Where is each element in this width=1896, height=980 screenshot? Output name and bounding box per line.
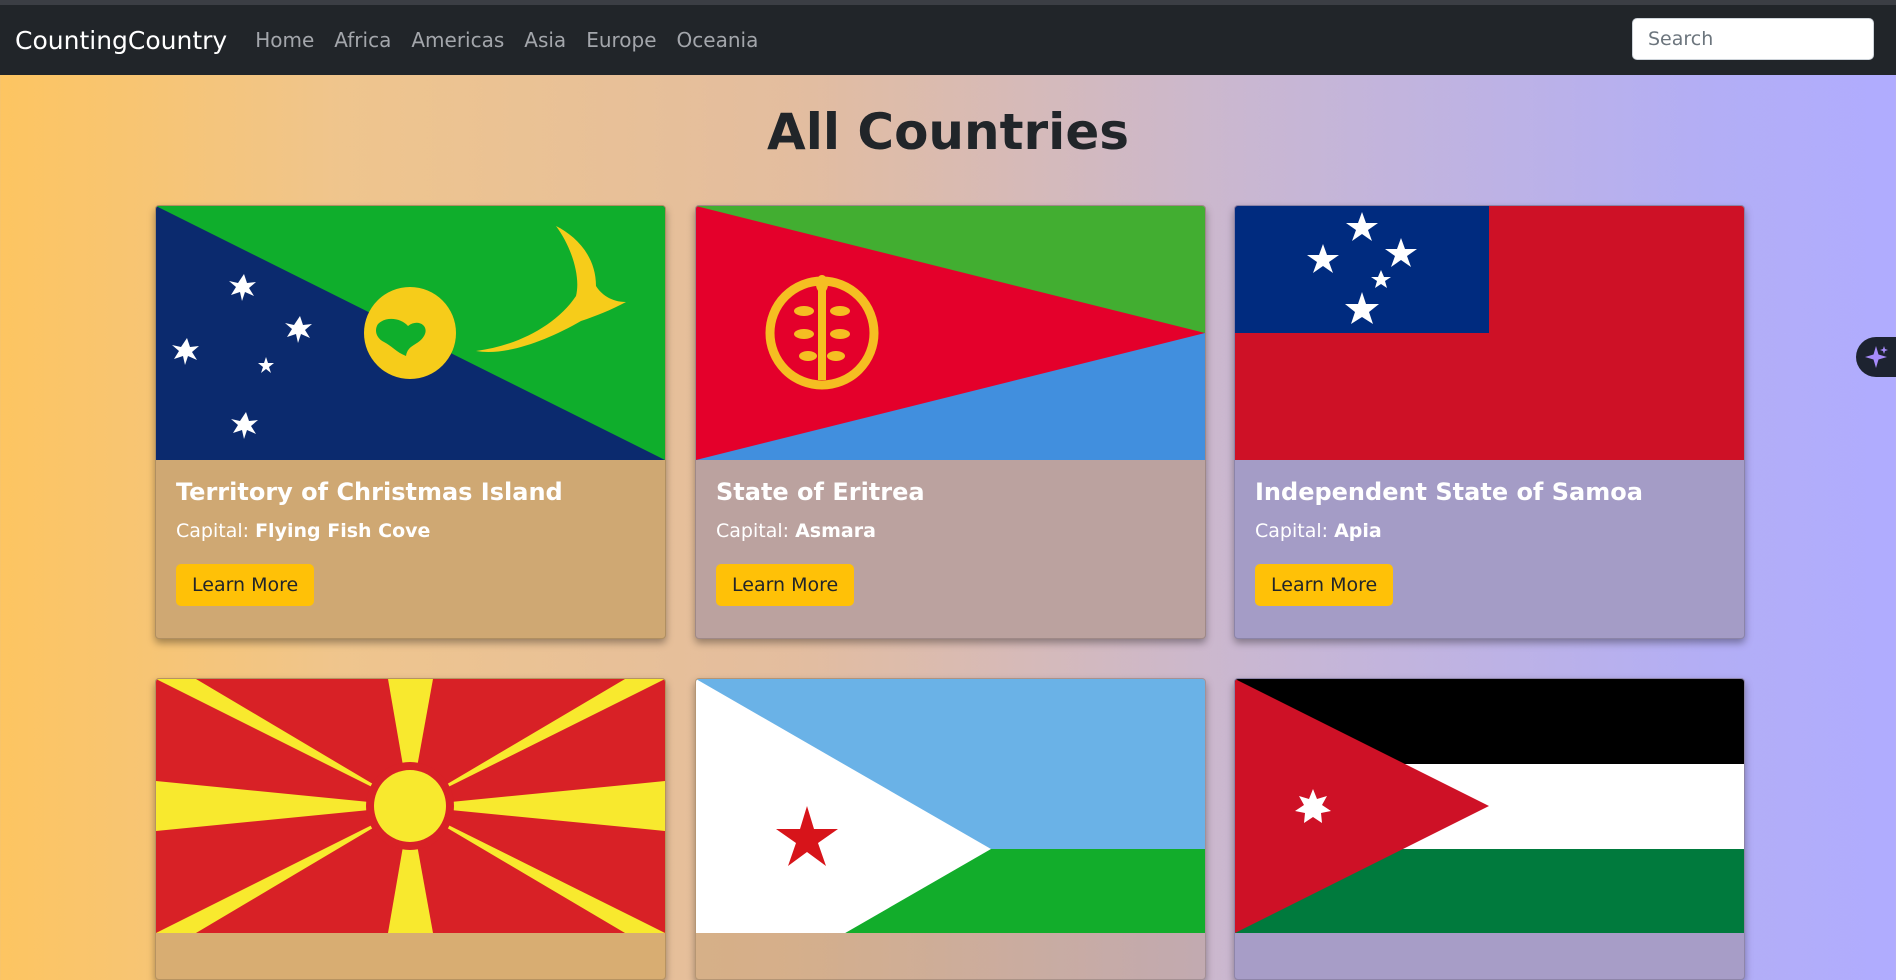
capital-label: Capital:: [1255, 520, 1329, 542]
nav-link-africa[interactable]: Africa: [334, 28, 391, 52]
eritrea-flag: [696, 206, 1205, 460]
navbar: CountingCountry Home Africa Americas Asi…: [0, 5, 1896, 75]
learn-more-button[interactable]: Learn More: [1255, 564, 1394, 606]
country-card: State of Eritrea Capital: Asmara Learn M…: [695, 205, 1206, 639]
country-card: [1234, 678, 1745, 980]
nav-link-home[interactable]: Home: [255, 28, 314, 52]
learn-more-button[interactable]: Learn More: [716, 564, 855, 606]
nav-link-americas[interactable]: Americas: [411, 28, 504, 52]
country-card: Territory of Christmas Island Capital: F…: [155, 205, 666, 639]
country-card: [695, 678, 1206, 980]
country-name: Territory of Christmas Island: [176, 478, 563, 506]
country-name: State of Eritrea: [716, 478, 925, 506]
samoa-flag: [1235, 206, 1744, 460]
learn-more-button[interactable]: Learn More: [176, 564, 315, 606]
capital-text: Capital: Apia: [1255, 520, 1724, 542]
capital-value: Asmara: [795, 520, 876, 542]
brand-logo[interactable]: CountingCountry: [15, 26, 227, 55]
capital-label: Capital:: [176, 520, 250, 542]
country-card: [155, 678, 666, 980]
capital-text: Capital: Asmara: [716, 520, 1185, 542]
country-name: Independent State of Samoa: [1255, 478, 1643, 506]
capital-value: Apia: [1334, 520, 1382, 542]
nav-link-oceania[interactable]: Oceania: [677, 28, 759, 52]
sparkles-icon: [1865, 346, 1888, 368]
country-card: Independent State of Samoa Capital: Apia…: [1234, 205, 1745, 639]
djibouti-flag: [696, 679, 1205, 933]
capital-label: Capital:: [716, 520, 790, 542]
jordan-flag: [1235, 679, 1744, 933]
ai-assistant-button[interactable]: [1856, 337, 1896, 377]
capital-value: Flying Fish Cove: [255, 520, 431, 542]
page-title: All Countries: [767, 103, 1129, 161]
nav-link-europe[interactable]: Europe: [586, 28, 656, 52]
nav-link-asia[interactable]: Asia: [524, 28, 566, 52]
christmas-island-flag: [156, 206, 665, 460]
capital-text: Capital: Flying Fish Cove: [176, 520, 645, 542]
search-input[interactable]: [1632, 18, 1874, 60]
north-macedonia-flag: [156, 679, 665, 933]
